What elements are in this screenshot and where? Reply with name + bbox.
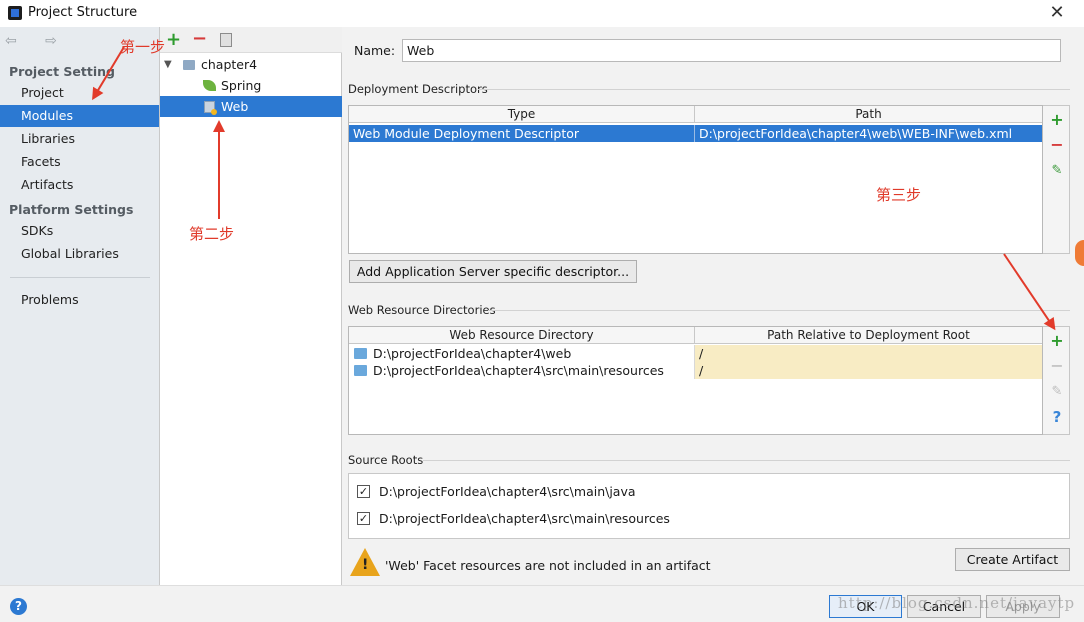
warning-message: 'Web' Facet resources are not included i… bbox=[385, 558, 711, 573]
descriptor-type-cell: Web Module Deployment Descriptor bbox=[349, 125, 695, 142]
tree-toolbar: + − bbox=[160, 27, 342, 53]
resource-dir-cell: D:\projectForIdea\chapter4\src\main\reso… bbox=[369, 362, 695, 379]
add-icon[interactable]: + bbox=[166, 29, 181, 50]
web-resource-directories-table: Web Resource Directory Path Relative to … bbox=[348, 326, 1043, 435]
annotation-step2: 第二步 bbox=[189, 225, 235, 243]
relative-path-cell[interactable]: / bbox=[695, 345, 1042, 362]
descriptor-toolbar: + − ✎ bbox=[1043, 105, 1070, 254]
resource-dir-cell: D:\projectForIdea\chapter4\web bbox=[369, 345, 695, 362]
web-resource-toolbar: + − ✎ ? bbox=[1043, 326, 1070, 435]
section-divider bbox=[423, 460, 1070, 461]
tree-node-label: Spring bbox=[221, 78, 262, 93]
edit-web-resource-icon[interactable]: ✎ bbox=[1049, 384, 1065, 400]
module-tree-panel: + − ▼ chapter4 Spring Web bbox=[160, 27, 342, 585]
floating-widget-icon bbox=[1075, 240, 1084, 266]
sidebar-divider bbox=[10, 277, 150, 278]
annotation-step3: 第三步 bbox=[876, 186, 922, 204]
sidebar-item-problems[interactable]: Problems bbox=[0, 289, 159, 311]
table-row[interactable]: Web Module Deployment Descriptor D:\proj… bbox=[349, 125, 1042, 142]
project-structure-dialog: Project Structure ✕ ⇦ ⇨ Project Setting … bbox=[0, 0, 1084, 622]
tree-node-chapter4[interactable]: ▼ chapter4 bbox=[160, 54, 342, 75]
table-row[interactable]: D:\projectForIdea\chapter4\src\main\reso… bbox=[349, 362, 1042, 379]
back-forward-icon[interactable]: ⇦ ⇨ bbox=[5, 33, 69, 49]
module-folder-icon bbox=[183, 60, 195, 70]
remove-web-resource-icon[interactable]: − bbox=[1049, 358, 1065, 374]
sidebar-item-global-libraries[interactable]: Global Libraries bbox=[0, 243, 159, 265]
add-web-resource-icon[interactable]: + bbox=[1049, 333, 1065, 349]
sidebar-item-modules[interactable]: Modules bbox=[0, 105, 159, 127]
create-artifact-button[interactable]: Create Artifact bbox=[955, 548, 1070, 571]
sidebar-item-facets[interactable]: Facets bbox=[0, 151, 159, 173]
category-project-settings: Project Setting bbox=[9, 64, 115, 79]
window-title: Project Structure bbox=[28, 5, 138, 20]
category-platform-settings: Platform Settings bbox=[9, 202, 134, 217]
spring-leaf-icon bbox=[203, 80, 216, 91]
remove-icon[interactable]: − bbox=[192, 28, 207, 49]
name-label: Name: bbox=[354, 43, 396, 58]
web-facet-icon bbox=[204, 101, 217, 115]
folder-icon bbox=[354, 365, 367, 376]
name-input[interactable]: Web bbox=[402, 39, 1061, 62]
relative-path-cell[interactable]: / bbox=[695, 362, 1042, 379]
watermark: http://blog.csdn.net/javaytp bbox=[838, 594, 1076, 612]
column-header-path-relative[interactable]: Path Relative to Deployment Root bbox=[695, 327, 1042, 344]
section-source-roots: Source Roots bbox=[348, 453, 424, 467]
help-icon[interactable]: ? bbox=[10, 598, 27, 615]
edit-descriptor-icon[interactable]: ✎ bbox=[1049, 163, 1065, 179]
title-bar: Project Structure ✕ bbox=[0, 0, 1084, 27]
add-server-descriptor-button[interactable]: Add Application Server specific descript… bbox=[349, 260, 637, 283]
section-divider bbox=[478, 89, 1070, 90]
tree-node-label: chapter4 bbox=[201, 57, 258, 72]
source-roots-list: ✓ D:\projectForIdea\chapter4\src\main\ja… bbox=[348, 473, 1070, 539]
column-header-path[interactable]: Path bbox=[695, 106, 1042, 123]
tree-node-spring[interactable]: Spring bbox=[160, 75, 342, 96]
sidebar-item-project[interactable]: Project bbox=[0, 82, 159, 104]
remove-descriptor-icon[interactable]: − bbox=[1049, 137, 1065, 153]
source-root-checkbox[interactable]: ✓ bbox=[357, 512, 370, 525]
sidebar-item-libraries[interactable]: Libraries bbox=[0, 128, 159, 150]
table-header: Web Resource Directory Path Relative to … bbox=[349, 327, 1042, 344]
table-header: Type Path bbox=[349, 106, 1042, 123]
chevron-down-icon[interactable]: ▼ bbox=[164, 54, 172, 75]
source-root-path: D:\projectForIdea\chapter4\src\main\reso… bbox=[379, 511, 670, 526]
copy-icon[interactable] bbox=[220, 33, 232, 47]
close-icon[interactable]: ✕ bbox=[1046, 2, 1068, 24]
folder-icon bbox=[354, 348, 367, 359]
annotation-step1: 第一步 bbox=[120, 38, 166, 56]
deployment-descriptors-table: Type Path Web Module Deployment Descript… bbox=[348, 105, 1043, 254]
tree-node-web[interactable]: Web bbox=[160, 96, 342, 117]
sidebar-item-sdks[interactable]: SDKs bbox=[0, 220, 159, 242]
tree-node-label: Web bbox=[221, 99, 249, 114]
column-header-web-resource-directory[interactable]: Web Resource Directory bbox=[349, 327, 695, 344]
source-root-path: D:\projectForIdea\chapter4\src\main\java bbox=[379, 484, 636, 499]
help-icon[interactable]: ? bbox=[1049, 409, 1065, 425]
add-descriptor-icon[interactable]: + bbox=[1049, 112, 1065, 128]
warning-icon bbox=[350, 548, 380, 576]
column-header-type[interactable]: Type bbox=[349, 106, 695, 123]
annotation-arrow-icon bbox=[218, 122, 220, 219]
sidebar-item-artifacts[interactable]: Artifacts bbox=[0, 174, 159, 196]
table-row[interactable]: D:\projectForIdea\chapter4\web / bbox=[349, 345, 1042, 362]
section-web-resource-directories: Web Resource Directories bbox=[348, 303, 496, 317]
section-divider bbox=[488, 310, 1070, 311]
descriptor-path-cell: D:\projectForIdea\chapter4\web\WEB-INF\w… bbox=[699, 126, 1013, 141]
facet-settings-panel: Name: Web Deployment Descriptors Type Pa… bbox=[343, 27, 1084, 585]
section-deployment-descriptors: Deployment Descriptors bbox=[348, 82, 488, 96]
settings-sidebar: ⇦ ⇨ Project Setting Project Modules Libr… bbox=[0, 27, 160, 585]
intellij-logo-icon bbox=[8, 6, 22, 20]
source-root-checkbox[interactable]: ✓ bbox=[357, 485, 370, 498]
